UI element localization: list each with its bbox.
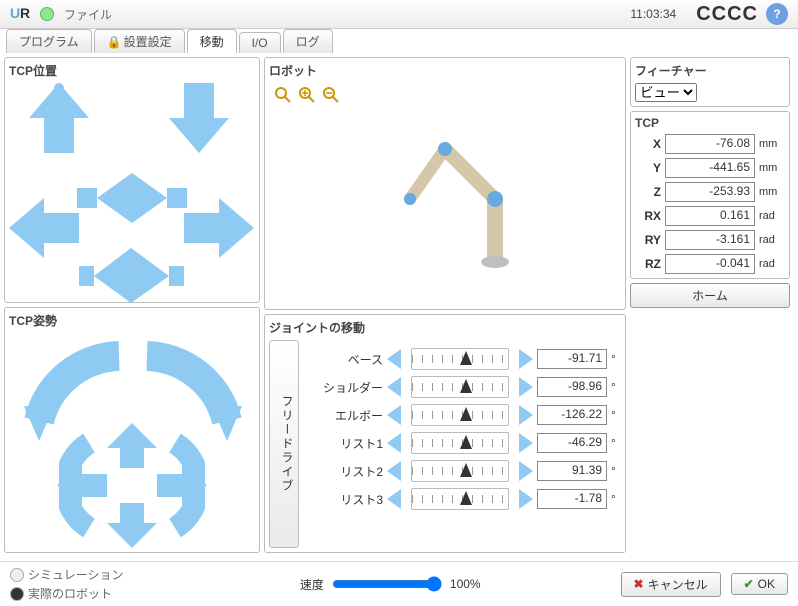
joint-value-4[interactable]: 91.39 [537, 461, 607, 481]
tab-program[interactable]: プログラム [6, 29, 92, 53]
joint-label-0: ベース [305, 351, 383, 368]
rotate-curve-left-icon[interactable] [59, 433, 99, 538]
joint-plus-5[interactable] [513, 489, 533, 509]
robot-view-title: ロボット [269, 62, 621, 79]
joint-label-1: ショルダー [305, 379, 383, 396]
tcp-title: TCP [635, 116, 785, 130]
feature-title: フィーチャー [635, 62, 785, 79]
joint-unit-4: ° [611, 464, 621, 478]
tcp-ry-value[interactable]: -3.161 [665, 230, 755, 250]
joint-minus-2[interactable] [387, 405, 407, 425]
clock: 11:03:34 [630, 7, 676, 21]
arrow-back-icon[interactable] [79, 248, 184, 303]
tab-installation[interactable]: 🔒設置設定 [94, 29, 185, 53]
z-down-dot-icon [194, 83, 204, 93]
tab-log[interactable]: ログ [283, 29, 333, 53]
joint-plus-0[interactable] [513, 349, 533, 369]
tcp-rz-label: RZ [635, 257, 661, 271]
joint-slider-2[interactable] [411, 404, 509, 426]
rotate-curve-right-icon[interactable] [165, 433, 205, 538]
joint-slider-0[interactable] [411, 348, 509, 370]
tcp-x-label: X [635, 137, 661, 151]
joint-unit-2: ° [611, 408, 621, 422]
tcp-orientation-title: TCP姿勢 [9, 312, 255, 329]
feature-select[interactable]: ビュー [635, 83, 697, 102]
tcp-position-title: TCP位置 [9, 62, 255, 79]
status-dot-icon [40, 7, 54, 21]
real-robot-label[interactable]: 実際のロボット [28, 585, 112, 602]
joint-minus-0[interactable] [387, 349, 407, 369]
freedrive-button[interactable]: フリードライブ [269, 340, 299, 548]
robot-3d-view[interactable] [269, 83, 621, 305]
arrow-forward-icon[interactable] [77, 173, 187, 223]
tab-io[interactable]: I/O [239, 32, 281, 53]
joint-minus-3[interactable] [387, 433, 407, 453]
joint-unit-5: ° [611, 492, 621, 506]
joint-value-0[interactable]: -91.71 [537, 349, 607, 369]
zoom-home-icon[interactable] [275, 87, 291, 103]
zoom-in-icon[interactable] [299, 87, 315, 103]
joint-slider-3[interactable] [411, 432, 509, 454]
joint-label-3: リスト1 [305, 435, 383, 452]
tcp-z-value[interactable]: -253.93 [665, 182, 755, 202]
joint-plus-4[interactable] [513, 461, 533, 481]
tcp-rx-label: RX [635, 209, 661, 223]
home-button[interactable]: ホーム [630, 283, 790, 308]
joint-label-4: リスト2 [305, 463, 383, 480]
real-led-icon [10, 587, 24, 601]
joint-value-2[interactable]: -126.22 [537, 405, 607, 425]
ur-logo: UR [10, 4, 30, 25]
joint-label-2: エルボー [305, 407, 383, 424]
joint-unit-3: ° [611, 436, 621, 450]
joint-unit-0: ° [611, 352, 621, 366]
joint-minus-4[interactable] [387, 461, 407, 481]
arrow-up-icon[interactable] [29, 83, 89, 153]
menu-file[interactable]: ファイル [64, 6, 112, 23]
joint-plus-3[interactable] [513, 433, 533, 453]
cancel-x-icon: ✖ [634, 577, 644, 591]
joint-slider-1[interactable] [411, 376, 509, 398]
tcp-y-value[interactable]: -441.65 [665, 158, 755, 178]
tcp-ry-label: RY [635, 233, 661, 247]
joint-value-5[interactable]: -1.78 [537, 489, 607, 509]
cccc-label: CCCC [696, 3, 758, 26]
speed-slider[interactable] [332, 576, 442, 592]
z-up-dot-icon [54, 83, 64, 93]
simulation-label[interactable]: シミュレーション [28, 566, 124, 583]
rotate-up-icon[interactable] [107, 423, 157, 468]
speed-value: 100% [450, 577, 481, 591]
lock-icon: 🔒 [107, 35, 122, 49]
svg-text:R: R [20, 5, 30, 21]
tcp-x-value[interactable]: -76.08 [665, 134, 755, 154]
arrow-left-icon[interactable] [9, 198, 79, 258]
help-icon[interactable]: ? [766, 3, 788, 25]
tcp-rz-value[interactable]: -0.041 [665, 254, 755, 274]
joint-plus-2[interactable] [513, 405, 533, 425]
joint-value-1[interactable]: -98.96 [537, 377, 607, 397]
joint-move-title: ジョイントの移動 [269, 319, 621, 336]
joint-label-5: リスト3 [305, 491, 383, 508]
speed-label: 速度 [300, 576, 324, 593]
zoom-out-icon[interactable] [323, 87, 339, 103]
tcp-rx-value[interactable]: 0.161 [665, 206, 755, 226]
tcp-y-label: Y [635, 161, 661, 175]
tcp-z-label: Z [635, 185, 661, 199]
joint-minus-5[interactable] [387, 489, 407, 509]
joint-slider-5[interactable] [411, 488, 509, 510]
sim-led-icon [10, 568, 24, 582]
ok-button[interactable]: ✔OK [731, 573, 788, 595]
arrow-right-icon[interactable] [184, 198, 254, 258]
joint-plus-1[interactable] [513, 377, 533, 397]
robot-arm-icon [365, 114, 525, 274]
cancel-button[interactable]: ✖キャンセル [621, 572, 721, 597]
joint-value-3[interactable]: -46.29 [537, 433, 607, 453]
tab-move[interactable]: 移動 [187, 29, 237, 53]
joint-slider-4[interactable] [411, 460, 509, 482]
ok-check-icon: ✔ [744, 577, 754, 591]
joint-unit-1: ° [611, 380, 621, 394]
rotate-down-icon[interactable] [107, 503, 157, 548]
arrow-down-icon[interactable] [169, 83, 229, 153]
svg-text:U: U [10, 5, 20, 21]
joint-minus-1[interactable] [387, 377, 407, 397]
